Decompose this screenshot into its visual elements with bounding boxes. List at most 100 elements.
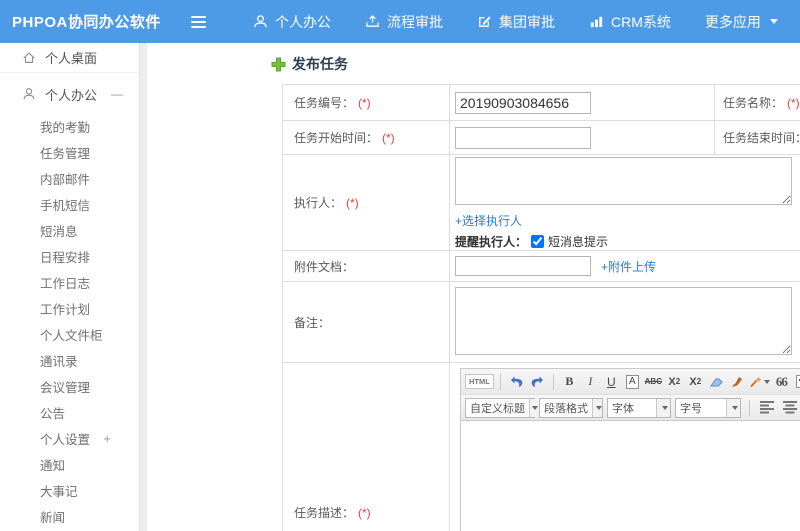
remove-format-button[interactable] <box>707 372 726 392</box>
paste-icon <box>796 375 800 388</box>
sidebar-item-work-plan[interactable]: 工作计划 <box>0 295 139 321</box>
task-no-label-cell: 任务编号： (*) <box>282 84 450 121</box>
nav-workflow-approval[interactable]: 流程审批 <box>348 0 460 43</box>
required-mark: (*) <box>382 131 395 145</box>
start-time-input[interactable] <box>455 126 591 149</box>
main-content: 发布任务 任务编号：(*) 任务名称：(*) <box>147 43 800 531</box>
font-size-dropdown[interactable]: 字号 <box>675 397 741 418</box>
hamburger-icon <box>190 25 206 28</box>
sidebar-group-label: 个人办公 <box>45 87 98 103</box>
brush-icon <box>731 376 742 387</box>
task-no-input[interactable] <box>455 91 591 114</box>
paste-plain-button[interactable] <box>793 372 800 392</box>
magic-wand-icon <box>750 376 762 387</box>
person-icon <box>253 14 268 29</box>
attachment-upload-link[interactable]: +附件上传 <box>601 258 656 275</box>
redo-button[interactable] <box>528 372 547 392</box>
app-logo: PHPOA协同办公软件 <box>12 14 161 31</box>
redo-icon <box>531 376 543 387</box>
required-mark: (*) <box>346 196 359 210</box>
quick-format-button[interactable] <box>749 372 770 392</box>
align-center-icon <box>783 401 797 414</box>
sidebar-item-desktop[interactable]: 个人桌面 <box>0 43 139 73</box>
bar-chart-icon <box>589 14 604 29</box>
nav-label: 更多应用 <box>704 13 761 30</box>
sidebar-item-personal-settings[interactable]: 个人设置 + <box>0 425 139 451</box>
remark-textarea[interactable] <box>455 287 792 355</box>
align-left-button[interactable] <box>758 398 777 418</box>
home-icon <box>22 51 36 65</box>
toolbar-separator <box>499 373 501 390</box>
end-time-label-cell: 任务结束时间：(*) <box>714 120 800 155</box>
superscript-button[interactable]: X2 <box>665 372 684 392</box>
bold-button[interactable]: B <box>560 372 579 392</box>
sidebar-item-events[interactable]: 大事记 <box>0 477 139 503</box>
collapse-icon[interactable]: — <box>111 87 123 101</box>
nav-label: 个人办公 <box>275 13 331 30</box>
sidebar-group-personal-office[interactable]: 个人办公 — <box>0 81 139 107</box>
sidebar-item-meeting-management[interactable]: 会议管理 <box>0 373 139 399</box>
nav-group-approval[interactable]: 集团审批 <box>460 0 572 43</box>
page-title: 发布任务 <box>271 54 348 74</box>
strikethrough-button[interactable]: ABC <box>644 372 663 392</box>
sidebar-item-short-message[interactable]: 短消息 <box>0 217 139 243</box>
attachment-label-cell: 附件文档： <box>282 250 450 282</box>
editor-content-area[interactable] <box>461 421 800 531</box>
align-left-icon <box>760 401 774 414</box>
font-family-dropdown[interactable]: 字体 <box>607 397 671 418</box>
top-nav: 个人办公 流程审批 集团审批 CRM系统 更多应用 <box>236 0 795 43</box>
font-style-button[interactable]: A <box>623 372 642 392</box>
remind-executor-label: 提醒执行人： <box>455 235 528 249</box>
chevron-down-icon <box>595 405 602 410</box>
sidebar-item-task-management[interactable]: 任务管理 <box>0 139 139 165</box>
nav-more-apps[interactable]: 更多应用 <box>688 0 795 43</box>
nav-label: 集团审批 <box>499 13 555 30</box>
nav-personal-office[interactable]: 个人办公 <box>236 0 348 43</box>
app-window: PHPOA协同办公软件 个人办公 流程审批 集团审批 CRM系统 更多应用 个人… <box>0 0 800 531</box>
subscript-button[interactable]: X2 <box>686 372 705 392</box>
sidebar-item-attendance[interactable]: 我的考勤 <box>0 113 139 139</box>
custom-heading-dropdown[interactable]: 自定义标题 <box>465 397 538 418</box>
toolbar-separator <box>749 399 750 416</box>
underline-button[interactable]: U <box>602 372 621 392</box>
format-brush-button[interactable] <box>728 372 747 392</box>
top-bar: PHPOA协同办公软件 个人办公 流程审批 集团审批 CRM系统 更多应用 <box>0 0 800 43</box>
nav-label: 流程审批 <box>387 13 443 30</box>
person-icon <box>22 87 36 101</box>
paragraph-format-dropdown[interactable]: 段落格式 <box>539 397 603 418</box>
choose-executor-link[interactable]: +选择执行人 <box>455 214 522 228</box>
toolbar-separator <box>552 373 554 390</box>
sidebar-item-mobile-sms[interactable]: 手机短信 <box>0 191 139 217</box>
executor-textarea[interactable] <box>455 157 792 205</box>
sidebar-item-contacts[interactable]: 通讯录 <box>0 347 139 373</box>
edit-square-icon <box>477 14 492 29</box>
blockquote-button[interactable]: 66 <box>772 372 791 392</box>
sidebar-submenu: 我的考勤 任务管理 内部邮件 手机短信 短消息 日程安排 工作日志 工作计划 个… <box>0 113 139 531</box>
sidebar-item-schedule[interactable]: 日程安排 <box>0 243 139 269</box>
sms-remind-checkbox[interactable] <box>531 235 545 248</box>
sidebar-item-internal-mail[interactable]: 内部邮件 <box>0 165 139 191</box>
sidebar-item-work-log[interactable]: 工作日志 <box>0 269 139 295</box>
chevron-down-icon <box>763 379 770 384</box>
sidebar-gutter <box>140 43 147 531</box>
attachment-input[interactable] <box>455 256 591 276</box>
undo-button[interactable] <box>507 372 526 392</box>
html-source-button[interactable]: HTML <box>465 374 494 389</box>
sidebar-item-announcement[interactable]: 公告 <box>0 399 139 425</box>
expand-icon[interactable]: + <box>103 431 111 446</box>
menu-toggle-button[interactable] <box>178 0 218 43</box>
rich-text-editor: HTML B I U A ABC X 2 X 2 66 自定义标题 段落格式 字… <box>460 368 800 531</box>
sidebar-item-notice[interactable]: 通知 <box>0 451 139 477</box>
page-title-text: 发布任务 <box>292 56 348 72</box>
nav-crm-system[interactable]: CRM系统 <box>572 0 688 43</box>
sidebar-item-news[interactable]: 新闻 <box>0 503 139 529</box>
chevron-down-icon <box>532 405 538 410</box>
italic-button[interactable]: I <box>581 372 600 392</box>
nav-label: CRM系统 <box>611 13 671 30</box>
description-label-cell: 任务描述： (*) <box>282 362 450 531</box>
remark-label-cell: 备注： <box>282 281 450 363</box>
sidebar-item-file-cabinet[interactable]: 个人文件柜 <box>0 321 139 347</box>
align-center-button[interactable] <box>781 398 800 418</box>
start-time-label-cell: 任务开始时间： (*) <box>282 120 450 155</box>
sms-remind-label: 短消息提示 <box>548 235 609 249</box>
